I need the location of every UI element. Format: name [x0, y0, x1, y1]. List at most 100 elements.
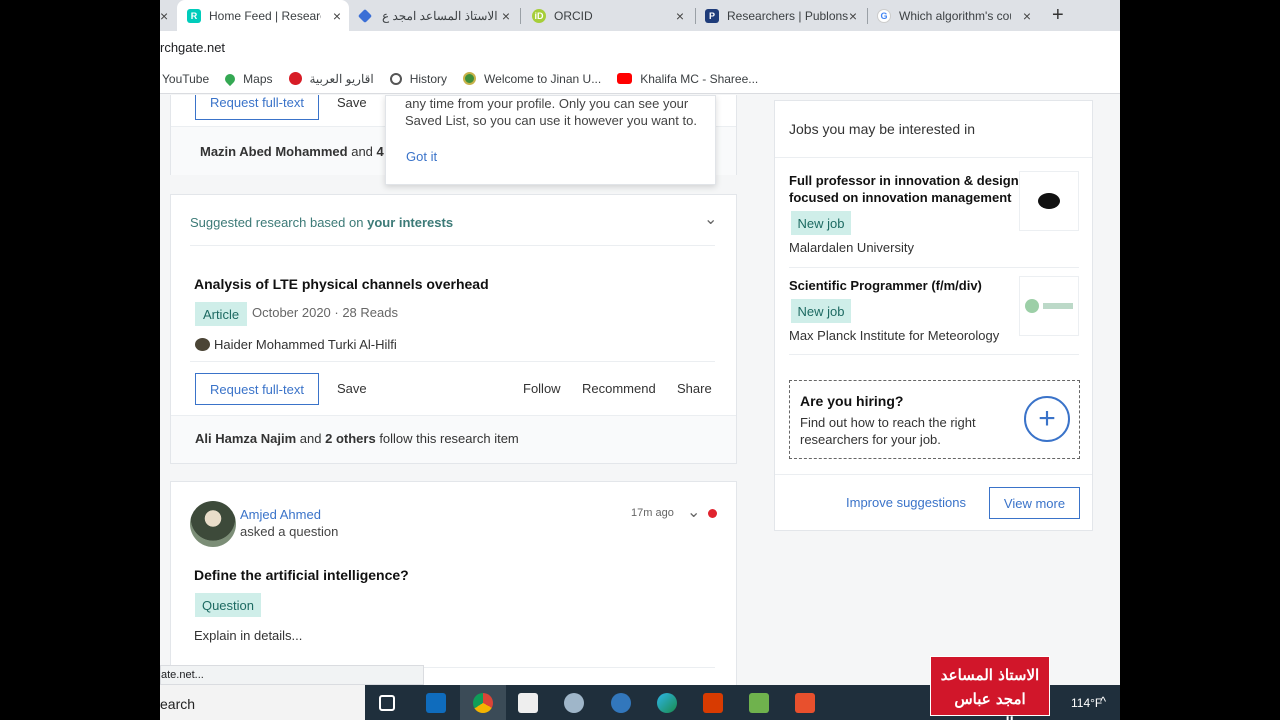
- bookmark-jinan[interactable]: Welcome to Jinan U...: [463, 72, 601, 86]
- app-icon[interactable]: [564, 693, 584, 713]
- tab-publons[interactable]: P Researchers | Publons ×: [697, 0, 865, 31]
- avatar[interactable]: [190, 501, 236, 547]
- status-url: ate.net...: [161, 669, 204, 681]
- footer-text: Mazin Abed Mohammed and 4 c: [200, 144, 395, 159]
- diamond-icon: [357, 8, 373, 23]
- job-org-2[interactable]: Max Planck Institute for Meteorology: [789, 328, 999, 343]
- max-planck-logo-mark: [1025, 299, 1039, 313]
- max-planck-logo: [1019, 276, 1079, 336]
- job-title-1-line-2[interactable]: focused on innovation management: [789, 189, 1011, 206]
- bookmark-youtube[interactable]: YouTube: [162, 72, 209, 86]
- bookmark-khalifa[interactable]: Khalifa MC - Sharee...: [617, 72, 758, 86]
- bookmark-label: History: [409, 71, 448, 86]
- tab-researchgate[interactable]: R Home Feed | Research ×: [177, 0, 349, 31]
- question-author[interactable]: Amjed Ahmed: [240, 507, 321, 522]
- youtube-icon: [617, 73, 633, 84]
- bookmark-label: Welcome to Jinan U...: [484, 71, 602, 86]
- temperature[interactable]: 114°F: [1071, 696, 1102, 710]
- hiring-box[interactable]: Are you hiring? Find out how to reach th…: [789, 380, 1080, 459]
- divider: [775, 157, 1092, 158]
- feed-card-question: Amjed Ahmed asked a question 17m ago ⌄ D…: [170, 481, 737, 685]
- google-icon: G: [877, 8, 891, 23]
- close-icon[interactable]: ×: [333, 8, 341, 24]
- follow-button[interactable]: Follow: [523, 381, 561, 396]
- jobs-card: Jobs you may be interested in Full profe…: [774, 100, 1093, 531]
- jinan-icon: [463, 72, 477, 85]
- status-bar: ate.net...: [160, 665, 424, 685]
- page-content: Request full-text Save Mazin Abed Mohamm…: [160, 95, 1120, 685]
- malardalen-logo: [1019, 171, 1079, 231]
- job-org-1[interactable]: Malardalen University: [789, 240, 914, 255]
- got-it-button[interactable]: Got it: [406, 149, 437, 164]
- footer-text: Ali Hamza Najim and 2 others follow this…: [195, 431, 519, 446]
- save-button[interactable]: Save: [337, 95, 367, 110]
- new-job-badge: New job: [791, 211, 851, 235]
- watermark-line-1: الاستاذ المساعد: [940, 666, 1040, 684]
- job-title-2[interactable]: Scientific Programmer (f/m/div): [789, 277, 982, 294]
- chrome-icon[interactable]: [473, 693, 493, 713]
- tab-arabic[interactable]: الاستاذ المساعد امجد ع ×: [352, 0, 518, 31]
- edge-icon[interactable]: [657, 693, 677, 713]
- bookmark-maps[interactable]: Maps: [223, 71, 273, 86]
- share-button[interactable]: Share: [677, 381, 712, 396]
- tab-google[interactable]: G Which algorithm's cou ×: [869, 0, 1039, 31]
- divider: [789, 354, 1079, 355]
- footer-and: and: [299, 431, 322, 446]
- tab-separator: [867, 8, 868, 24]
- save-button[interactable]: Save: [337, 381, 367, 396]
- article-meta: October 2020 · 28 Reads: [252, 305, 398, 320]
- question-time: 17m ago: [631, 507, 674, 519]
- store-icon[interactable]: [518, 693, 538, 713]
- bookmark-arabic[interactable]: اقاريو العربية: [288, 71, 374, 86]
- max-planck-logo-text: [1043, 303, 1073, 309]
- request-full-text-button[interactable]: Request full-text: [195, 373, 319, 405]
- close-icon[interactable]: ×: [1023, 8, 1031, 24]
- sublime-icon[interactable]: [795, 693, 815, 713]
- task-view-icon[interactable]: [379, 695, 395, 711]
- add-icon[interactable]: +: [1024, 396, 1070, 442]
- researchgate-icon: R: [187, 8, 201, 23]
- footer-others[interactable]: 2 others: [325, 431, 376, 446]
- hiring-line-1: Find out how to reach the right: [800, 415, 976, 430]
- tab-label: Home Feed | Research: [209, 8, 321, 23]
- author-avatar: [195, 338, 210, 351]
- new-tab-button[interactable]: +: [1052, 4, 1064, 27]
- notepad-icon[interactable]: [749, 693, 769, 713]
- close-icon[interactable]: ×: [502, 8, 510, 24]
- footer-name[interactable]: Ali Hamza Najim: [195, 431, 296, 446]
- taskbar-search[interactable]: earch: [160, 685, 365, 720]
- recommend-button[interactable]: Recommend: [582, 381, 656, 396]
- publons-icon: P: [705, 8, 719, 23]
- hiring-line-2: researchers for your job.: [800, 432, 941, 447]
- view-more-button[interactable]: View more: [989, 487, 1080, 519]
- edge-legacy-icon[interactable]: [611, 693, 631, 713]
- request-full-text-button[interactable]: Request full-text: [195, 95, 319, 120]
- history-icon: [389, 72, 402, 85]
- chevron-down-icon[interactable]: ⌄: [687, 502, 700, 522]
- maps-icon: [223, 71, 238, 86]
- tab-close-partial[interactable]: ×: [160, 8, 168, 24]
- chevron-up-icon[interactable]: ^: [1100, 694, 1106, 709]
- office-icon[interactable]: [703, 693, 723, 713]
- improve-suggestions-link[interactable]: Improve suggestions: [846, 495, 966, 510]
- address-bar[interactable]: rchgate.net: [160, 31, 1120, 64]
- article-title[interactable]: Analysis of LTE physical channels overhe…: [194, 276, 489, 292]
- mail-icon[interactable]: [426, 693, 446, 713]
- question-title[interactable]: Define the artificial intelligence?: [194, 567, 409, 583]
- footer-name[interactable]: Mazin Abed Mohammed: [200, 144, 348, 159]
- job-title-1-line-1[interactable]: Full professor in innovation & design,: [789, 172, 1022, 189]
- article-author[interactable]: Haider Mohammed Turki Al-Hilfi: [214, 337, 397, 352]
- divider: [190, 245, 715, 246]
- chevron-down-icon[interactable]: ⌄: [704, 209, 717, 229]
- bookmark-label: اقاريو العربية: [309, 71, 374, 86]
- bookmark-history[interactable]: History: [389, 71, 448, 86]
- url-text[interactable]: rchgate.net: [160, 40, 225, 55]
- close-icon[interactable]: ×: [849, 8, 857, 24]
- divider: [775, 474, 1092, 475]
- close-icon[interactable]: ×: [676, 8, 684, 24]
- bookmarks-bar: YouTube Maps اقاريو العربية History Welc…: [160, 64, 1120, 94]
- tab-orcid[interactable]: iD ORCID ×: [522, 0, 692, 31]
- new-job-badge: New job: [791, 299, 851, 323]
- jobs-title: Jobs you may be interested in: [789, 121, 975, 137]
- malardalen-logo-mark: [1038, 193, 1060, 209]
